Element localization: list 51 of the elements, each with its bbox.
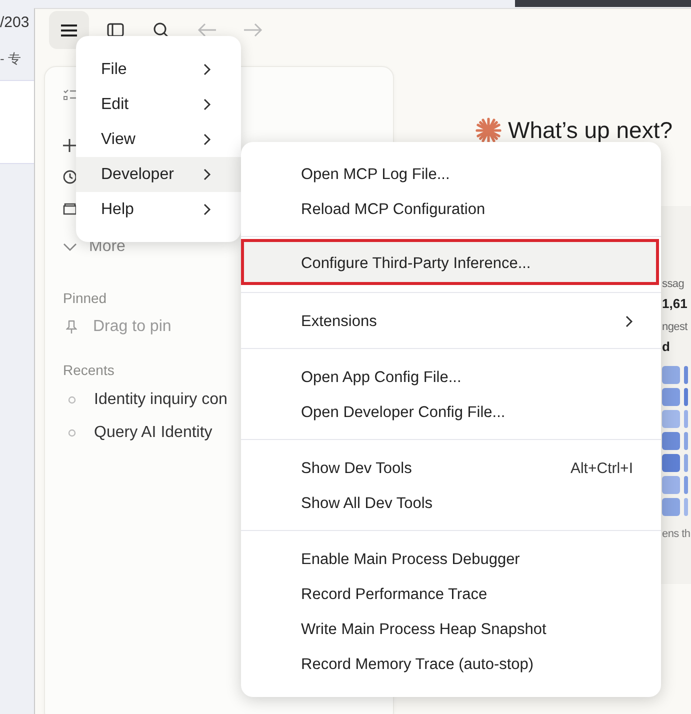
menu-item[interactable]: Edit — [76, 87, 241, 122]
search-icon — [152, 22, 170, 38]
forward-arrow-icon — [243, 23, 263, 37]
stat-label: ssag — [662, 278, 686, 290]
menu-item[interactable]: Help — [76, 192, 241, 227]
chevron-right-icon — [203, 133, 211, 146]
menu-item[interactable]: Reload MCP Configuration — [241, 192, 661, 227]
plus-icon — [63, 138, 76, 152]
folder-icon — [63, 203, 77, 215]
menu-item[interactable]: Configure Third-Party Inference... — [241, 239, 659, 285]
sidebar-icon — [106, 23, 124, 37]
circle-icon — [68, 396, 76, 404]
menu-item[interactable]: Open MCP Log File... — [241, 157, 661, 192]
chevron-down-icon — [63, 243, 77, 251]
back-arrow-icon — [197, 23, 217, 37]
menu-item[interactable]: Developer — [76, 157, 241, 192]
list-icon — [63, 88, 77, 102]
stat-note: ens th — [662, 528, 691, 540]
menu-item[interactable]: Write Main Process Heap Snapshot — [241, 612, 661, 647]
chevron-right-icon — [203, 203, 211, 216]
menu-item[interactable]: Open Developer Config File... — [241, 395, 661, 430]
pin-icon — [66, 320, 77, 334]
recent-chat-link[interactable]: Query AI Identity — [94, 424, 212, 442]
recent-chat-link[interactable]: Identity inquiry con — [94, 390, 228, 408]
chevron-right-icon — [203, 63, 211, 76]
chevron-right-icon — [203, 168, 211, 181]
menu-icon — [61, 24, 77, 36]
menu-item[interactable]: File — [76, 52, 241, 87]
circle-icon — [68, 428, 76, 436]
menu-item[interactable]: Open App Config File... — [241, 360, 661, 395]
url-text: /203 — [0, 14, 30, 31]
chevron-right-icon — [203, 98, 211, 111]
shortcut-label: Alt+Ctrl+I — [570, 460, 633, 477]
clock-icon — [63, 170, 77, 184]
menu-item[interactable]: View — [76, 122, 241, 157]
menu-item[interactable]: Record Performance Trace — [241, 577, 661, 612]
menu-item[interactable]: Enable Main Process Debugger — [241, 542, 661, 577]
menu-item[interactable]: Extensions — [241, 304, 661, 339]
section-heading: Pinned — [63, 290, 107, 306]
page-title-text: - 专 — [0, 50, 21, 68]
menu-button[interactable] — [49, 11, 89, 49]
stat-value: 1,61 — [662, 296, 688, 311]
menu-item[interactable]: Show All Dev Tools — [241, 486, 661, 521]
menu-item[interactable]: Record Memory Trace (auto-stop) — [241, 647, 661, 682]
stat-value: d — [662, 339, 671, 354]
asterisk-icon — [475, 117, 502, 144]
greeting-heading: What’s up next? — [508, 117, 673, 144]
section-heading: Recents — [63, 362, 114, 378]
menu-item[interactable]: Show Dev Tools Alt+Ctrl+I — [241, 451, 661, 486]
pin-hint: Drag to pin — [93, 318, 172, 336]
stat-label: ngest — [662, 321, 689, 333]
